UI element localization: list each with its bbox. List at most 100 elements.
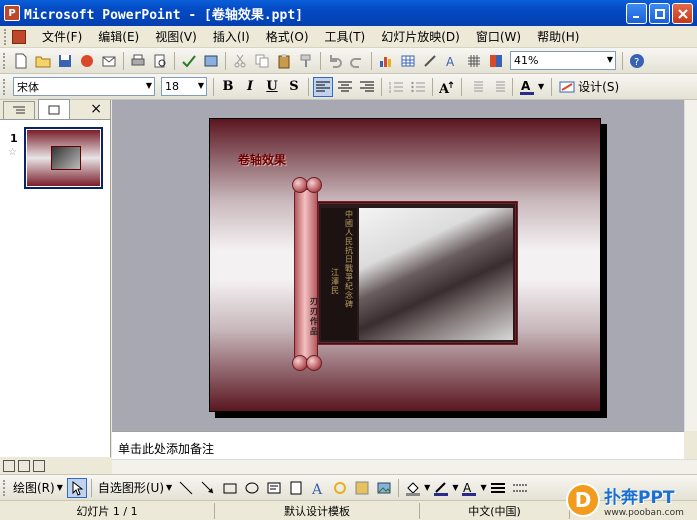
- expand-button[interactable]: [420, 51, 440, 71]
- print-preview-button[interactable]: [150, 51, 170, 71]
- menu-file[interactable]: 文件(F): [34, 28, 90, 45]
- dropdown-arrow-icon[interactable]: ▼: [538, 82, 544, 91]
- color-grayscale-button[interactable]: [486, 51, 506, 71]
- scroll-rod[interactable]: 刃刃作品: [294, 189, 318, 367]
- redo-button[interactable]: [347, 51, 367, 71]
- zoom-combo[interactable]: 41% ▼: [510, 51, 616, 70]
- pane-close-button[interactable]: ×: [90, 101, 102, 117]
- document-icon[interactable]: [12, 29, 26, 44]
- paste-clipboard-icon: [278, 53, 290, 68]
- slide-thumbnail[interactable]: [24, 127, 103, 189]
- horizontal-scrollbar[interactable]: [112, 459, 697, 474]
- slide-title[interactable]: 卷轴效果: [238, 151, 286, 168]
- diagram-button[interactable]: [330, 478, 350, 498]
- powerpoint-app-icon[interactable]: P: [4, 5, 20, 21]
- permission-button[interactable]: [77, 51, 97, 71]
- print-button[interactable]: [128, 51, 148, 71]
- align-center-button[interactable]: [335, 77, 355, 97]
- tab-slides[interactable]: [38, 99, 70, 119]
- menu-window[interactable]: 窗口(W): [468, 28, 529, 45]
- formatting-toolbar: 宋体 ▼ 18 ▼ B I U S A A ▼ 设计(S): [0, 74, 697, 100]
- font-color-button[interactable]: A: [517, 77, 537, 97]
- arrow-button[interactable]: [198, 478, 218, 498]
- select-objects-button[interactable]: [66, 477, 87, 498]
- research-button[interactable]: [201, 51, 221, 71]
- clipart-button[interactable]: [352, 478, 372, 498]
- menu-insert[interactable]: 插入(I): [205, 28, 258, 45]
- shadow-button[interactable]: S: [284, 77, 304, 97]
- notes-pane[interactable]: 单击此处添加备注: [112, 431, 684, 459]
- menu-help[interactable]: 帮助(H): [529, 28, 587, 45]
- toolbar-grip[interactable]: [3, 479, 7, 496]
- tab-outline[interactable]: [3, 101, 35, 119]
- font-color-icon: A: [462, 481, 477, 496]
- save-button[interactable]: [55, 51, 75, 71]
- design-button[interactable]: 设计(S): [555, 78, 623, 95]
- align-right-button[interactable]: [357, 77, 377, 97]
- textbox-button[interactable]: [264, 478, 284, 498]
- copy-button[interactable]: [252, 51, 272, 71]
- draw-menu-button[interactable]: 绘图(R) ▼: [10, 479, 66, 496]
- copy-icon: [255, 54, 269, 67]
- vertical-textbox-button[interactable]: [286, 478, 306, 498]
- oval-button[interactable]: [242, 478, 262, 498]
- menu-format[interactable]: 格式(O): [258, 28, 317, 45]
- format-painter-button[interactable]: [296, 51, 316, 71]
- rectangle-button[interactable]: [220, 478, 240, 498]
- font-name-combo[interactable]: 宋体 ▼: [13, 77, 155, 96]
- minimize-button[interactable]: [626, 3, 647, 24]
- maximize-button[interactable]: [649, 3, 670, 24]
- bold-button[interactable]: B: [218, 77, 238, 97]
- email-button[interactable]: [99, 51, 119, 71]
- line-style-button[interactable]: [488, 478, 508, 498]
- decrease-indent-button[interactable]: [466, 77, 486, 97]
- insert-table-button[interactable]: [398, 51, 418, 71]
- help-button[interactable]: ?: [627, 51, 647, 71]
- normal-view-button[interactable]: [3, 459, 15, 472]
- toolbar-grip[interactable]: [3, 78, 7, 95]
- scroll-knob-top-right: [306, 177, 322, 193]
- slide-sorter-view-button[interactable]: [18, 459, 30, 472]
- menu-edit[interactable]: 编辑(E): [90, 28, 147, 45]
- increase-indent-button[interactable]: [488, 77, 508, 97]
- wordart-button[interactable]: A: [308, 478, 328, 498]
- dropdown-arrow-icon[interactable]: ▼: [452, 483, 458, 492]
- dropdown-arrow-icon[interactable]: ▼: [424, 483, 430, 492]
- close-button[interactable]: [672, 3, 693, 24]
- align-left-button[interactable]: [313, 76, 333, 97]
- show-formatting-button[interactable]: A: [442, 51, 462, 71]
- current-slide[interactable]: 卷轴效果 中國人民抗日戰爭紀念碑 江澤民 刃刃作品: [209, 118, 601, 412]
- dropdown-arrow-icon[interactable]: ▼: [480, 483, 486, 492]
- open-button[interactable]: [33, 51, 53, 71]
- dash-style-button[interactable]: [510, 478, 530, 498]
- bullets-button[interactable]: [408, 77, 428, 97]
- paste-button[interactable]: [274, 51, 294, 71]
- cut-button[interactable]: [230, 51, 250, 71]
- picture-button[interactable]: [374, 478, 394, 498]
- watermark-logo-icon: D: [566, 483, 600, 517]
- toolbar-grip[interactable]: [3, 52, 7, 69]
- toolbar-grip[interactable]: [4, 28, 8, 45]
- print-preview-icon: [154, 54, 166, 67]
- grid-button[interactable]: [464, 51, 484, 71]
- font-size-combo[interactable]: 18 ▼: [161, 77, 207, 96]
- increase-font-button[interactable]: A: [437, 77, 457, 97]
- numbering-button[interactable]: [386, 77, 406, 97]
- spelling-button[interactable]: [179, 51, 199, 71]
- menu-tools[interactable]: 工具(T): [317, 28, 374, 45]
- slideshow-view-button[interactable]: [33, 459, 45, 472]
- autoshapes-button[interactable]: 自选图形(U) ▼: [95, 479, 175, 496]
- italic-button[interactable]: I: [240, 77, 260, 97]
- line-color-button[interactable]: [431, 478, 451, 498]
- fill-color-button[interactable]: [403, 478, 423, 498]
- new-button[interactable]: [11, 51, 31, 71]
- menu-slideshow[interactable]: 幻灯片放映(D): [373, 28, 468, 45]
- undo-button[interactable]: [325, 51, 345, 71]
- menu-view[interactable]: 视图(V): [147, 28, 205, 45]
- line-button[interactable]: [176, 478, 196, 498]
- underline-button[interactable]: U: [262, 77, 282, 97]
- insert-chart-button[interactable]: [376, 51, 396, 71]
- vertical-scrollbar[interactable]: [684, 100, 697, 431]
- scroll-picture-frame[interactable]: 中國人民抗日戰爭紀念碑 江澤民: [316, 201, 518, 345]
- draw-font-color-button[interactable]: A: [459, 478, 479, 498]
